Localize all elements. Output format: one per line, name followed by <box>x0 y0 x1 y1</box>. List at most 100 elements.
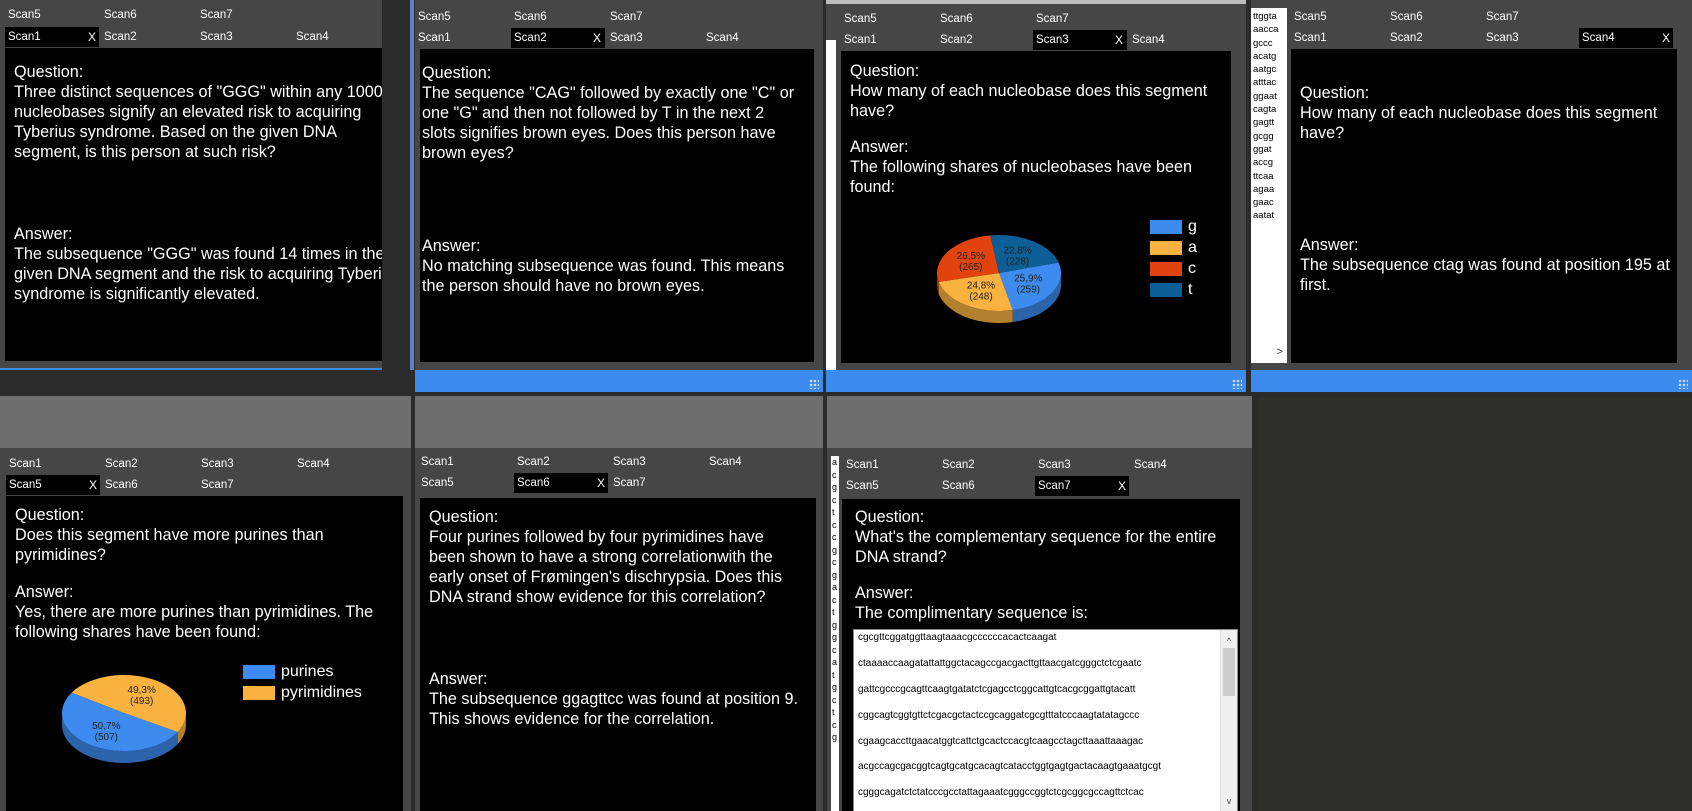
legend-label: pyrimidines <box>281 684 362 701</box>
close-icon[interactable]: X <box>89 475 97 495</box>
tab-scan4[interactable]: Scan4 <box>706 452 795 472</box>
close-icon[interactable]: X <box>1115 30 1123 50</box>
tab-scan3[interactable]: Scan3 <box>1483 28 1572 48</box>
scan5-content: Question: Does this segment have more pu… <box>6 496 403 811</box>
scroll-down-arrow[interactable]: v <box>1221 791 1237 811</box>
tab-scan2[interactable]: Scan2 <box>939 455 1028 475</box>
tab-scan7[interactable]: Scan7 <box>610 473 699 493</box>
complementary-sequence-box[interactable]: cgcgttcggatggttaagtaaacgccccccacactcaaga… <box>853 629 1238 811</box>
question-text: How many of each nucleobase does this se… <box>850 82 1208 120</box>
tab-scan1[interactable]: Scan1 <box>1291 28 1380 48</box>
tab-scan2[interactable]: Scan2 X <box>511 28 605 48</box>
sequence-line: gattcgcccgcagttcaagtgatatctcgagcctcggcat… <box>858 683 1136 695</box>
pie-percent-label: 50,7% <box>92 721 120 732</box>
tab-scan4[interactable]: Scan4 X <box>1579 28 1673 48</box>
tab-scan2[interactable]: Scan2 <box>101 27 190 47</box>
tab-scan6[interactable]: Scan6 <box>937 9 1026 29</box>
tab-scan6[interactable]: Scan6 <box>102 475 191 495</box>
tab-scan3[interactable]: Scan3 <box>1035 455 1124 475</box>
answer-text: The subsequence "GGG" was found 14 times… <box>14 245 382 303</box>
tab-scan5[interactable]: Scan5 <box>5 5 94 25</box>
tab-scan7[interactable]: Scan7 X <box>1035 476 1129 496</box>
tab-scan1[interactable]: Scan1 <box>418 452 507 472</box>
sequence-peek-line: g <box>832 632 838 642</box>
tab-scan7[interactable]: Scan7 <box>197 5 286 25</box>
tab-scan4[interactable]: Scan4 <box>703 28 792 48</box>
legend-swatch <box>1150 241 1182 255</box>
tab-scan6[interactable]: Scan6 X <box>514 473 608 493</box>
tab-row-bottom: Scan1 X Scan2 Scan3 Scan4 <box>0 27 382 47</box>
sequence-peek-line: t <box>832 607 835 617</box>
question-label: Question: <box>15 506 85 524</box>
tab-scan5[interactable]: Scan5 <box>841 9 930 29</box>
tab-scan5[interactable]: Scan5 X <box>6 475 100 495</box>
scan6-window: Scan1 Scan2 Scan3 Scan4 Scan5 Scan6 X Sc… <box>415 396 823 811</box>
scan1-content: Question: Three distinct sequences of "G… <box>5 48 382 361</box>
tab-scan4[interactable]: Scan4 <box>294 454 383 474</box>
splitter[interactable] <box>410 0 414 370</box>
tab-scan5[interactable]: Scan5 <box>843 476 932 496</box>
tab-label: Scan6 <box>517 477 550 489</box>
tab-scan4[interactable]: Scan4 <box>1131 455 1220 475</box>
sequence-peek-line: ggat <box>1253 143 1272 155</box>
tab-scan3[interactable]: Scan3 <box>197 27 286 47</box>
vertical-scrollbar[interactable]: ^ v <box>1220 630 1237 811</box>
sequence-peek: acgctccgcgactggcatgctcg <box>831 456 839 811</box>
tab-scan7[interactable]: Scan7 <box>1483 7 1572 27</box>
tab-scan7[interactable]: Scan7 <box>607 7 696 27</box>
sequence-peek-line: aatgc <box>1253 64 1277 76</box>
tab-row-top: Scan1 Scan2 Scan3 Scan4 <box>827 455 1252 475</box>
scroll-right-arrow[interactable]: > <box>1277 346 1283 359</box>
tab-scan1[interactable]: Scan1 <box>6 454 95 474</box>
tab-scan1[interactable]: Scan1 <box>843 455 932 475</box>
answer-label: Answer: <box>850 138 909 156</box>
close-icon[interactable]: X <box>1118 476 1126 496</box>
scan2-window: Scan5 Scan6 Scan7 Scan1 Scan2 X Scan3 Sc… <box>415 0 823 392</box>
tab-row-bottom: Scan1 Scan2 X Scan3 Scan4 <box>415 28 823 48</box>
close-icon[interactable]: X <box>88 27 96 47</box>
scan2-content: Question: The sequence "CAG" followed by… <box>420 49 814 362</box>
pie-count-label: (265) <box>959 262 982 273</box>
tab-scan1[interactable]: Scan1 <box>841 30 930 50</box>
title-area <box>827 396 1252 448</box>
legend-label: purines <box>281 663 334 680</box>
close-icon[interactable]: X <box>593 28 601 48</box>
resize-grip[interactable] <box>1232 379 1242 389</box>
resize-grip[interactable] <box>1678 379 1688 389</box>
resize-grip[interactable] <box>809 379 819 389</box>
tab-scan2[interactable]: Scan2 <box>102 454 191 474</box>
question-text: How many of each nucleobase does this se… <box>1300 104 1658 142</box>
tab-scan3[interactable]: Scan3 <box>198 454 287 474</box>
tab-scan2[interactable]: Scan2 <box>1387 28 1476 48</box>
tab-scan2[interactable]: Scan2 <box>514 452 603 472</box>
tab-label: Scan3 <box>1036 34 1069 46</box>
tab-scan3[interactable]: Scan3 <box>610 452 699 472</box>
close-icon[interactable]: X <box>1662 28 1670 48</box>
close-icon[interactable]: X <box>597 473 605 493</box>
tab-scan3[interactable]: Scan3 X <box>1033 30 1127 50</box>
tab-label: Scan5 <box>9 479 42 491</box>
tab-scan5[interactable]: Scan5 <box>415 7 504 27</box>
question-label: Question: <box>850 62 920 80</box>
tab-scan6[interactable]: Scan6 <box>101 5 190 25</box>
tab-scan1[interactable]: Scan1 <box>415 28 504 48</box>
scroll-thumb[interactable] <box>1223 648 1235 696</box>
tab-scan7[interactable]: Scan7 <box>1033 9 1122 29</box>
title-area <box>415 396 823 448</box>
tab-scan7[interactable]: Scan7 <box>198 475 287 495</box>
tab-scan6[interactable]: Scan6 <box>939 476 1028 496</box>
tab-scan5[interactable]: Scan5 <box>418 473 507 493</box>
tab-scan1[interactable]: Scan1 X <box>5 27 99 47</box>
tab-scan4[interactable]: Scan4 <box>1129 30 1218 50</box>
tab-scan6[interactable]: Scan6 <box>1387 7 1476 27</box>
tab-scan2[interactable]: Scan2 <box>937 30 1026 50</box>
purine-pyrimidine-pie-chart: 50,7%(507) 49,3%(493) <box>61 675 186 763</box>
tab-scan5[interactable]: Scan5 <box>1291 7 1380 27</box>
sequence-peek-line: g <box>832 619 838 630</box>
tab-scan6[interactable]: Scan6 <box>511 7 600 27</box>
tab-scan3[interactable]: Scan3 <box>607 28 696 48</box>
tab-row-top: Scan5 Scan6 Scan7 <box>826 9 1246 29</box>
sequence-peek-line: c <box>832 719 837 730</box>
sequence-peek: ttggta aacca gccc acatg aatgc atttac ggaat cagt… <box>1251 8 1287 363</box>
tab-scan4[interactable]: Scan4 <box>293 27 382 47</box>
